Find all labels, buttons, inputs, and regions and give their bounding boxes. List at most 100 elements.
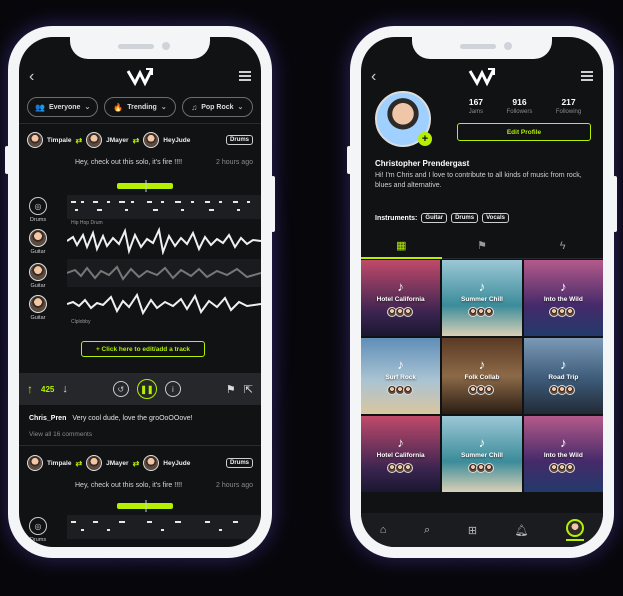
instrument-tag[interactable]: Drums [225, 135, 253, 145]
jam-tile[interactable]: ♪ Summer Chill [442, 416, 522, 492]
app-logo [468, 68, 496, 87]
add-icon[interactable]: ⊞ [468, 524, 477, 537]
music-note-icon: ♪ [560, 278, 567, 294]
jam-tile[interactable]: ♪ Summer Chill [442, 260, 522, 336]
filter-everyone[interactable]: 👥 Everyone ⌄ [27, 97, 99, 117]
instrument-tag[interactable]: Guitar [421, 213, 448, 223]
jam-tile[interactable]: ♪ Hotel California [361, 260, 441, 336]
instrument-tag[interactable]: Drums [451, 213, 479, 223]
avatar[interactable] [86, 132, 103, 148]
grid-icon: ▦ [396, 239, 407, 252]
music-note-icon: ♪ [397, 278, 404, 294]
track-guitar-1[interactable]: Guitar [25, 229, 51, 255]
search-icon[interactable]: ⌕ [424, 524, 430, 537]
avatar[interactable] [86, 455, 103, 471]
jam-tile[interactable]: ♪ Into the Wild [523, 416, 603, 492]
instrument-tag[interactable]: Drums [225, 458, 253, 468]
avatar[interactable] [143, 132, 160, 148]
jam-tile[interactable]: ♪ Into the Wild [523, 260, 603, 336]
track-guitar-3[interactable]: Guitar [25, 295, 51, 321]
track-lane-drums[interactable] [67, 195, 261, 219]
instrument-tag[interactable]: Vocals [482, 213, 509, 223]
track-label: Guitar [30, 315, 46, 321]
stat-jams[interactable]: 167 Jams [469, 97, 483, 115]
jam-tile[interactable]: ♪ Surf Rock [361, 338, 441, 414]
share-icon[interactable]: ⇱ [244, 383, 253, 396]
track-caption: Clplobby [71, 319, 91, 325]
track-guitar-2[interactable]: Guitar [25, 263, 51, 289]
info-icon[interactable]: i [164, 381, 181, 397]
instruments-label: Instruments: [375, 214, 418, 222]
post-message: Hey, check out this solo, it's fire !!!!… [75, 482, 253, 489]
stat-following[interactable]: 217 Following [556, 97, 581, 115]
edit-profile-button[interactable]: Edit Profile [457, 123, 591, 141]
pause-button[interactable]: ❚❚ [136, 379, 157, 399]
seek-bar[interactable] [67, 179, 261, 330]
username[interactable]: JMayer [106, 460, 128, 467]
drum-icon: ◎ [29, 197, 47, 215]
profile-screen: ‹ + 167 Jams 916 Followers 217 Following [361, 37, 603, 547]
drum-pattern [71, 521, 238, 531]
jam-tile[interactable]: ♪ Folk Collab [442, 338, 522, 414]
edit-track-button[interactable]: + Click here to edit/add a track [81, 341, 205, 357]
collaborator-avatars [386, 462, 413, 473]
stat-followers[interactable]: 916 Followers [507, 97, 533, 115]
notch [412, 37, 552, 59]
track-lane-guitar-2[interactable] [66, 259, 261, 287]
upvote-icon[interactable]: ↑ [27, 382, 33, 396]
avatar [483, 306, 494, 317]
downvote-icon[interactable]: ↓ [62, 383, 68, 395]
avatar[interactable] [27, 455, 43, 471]
username[interactable]: JMayer [106, 137, 128, 144]
music-note-icon: ♪ [397, 434, 404, 450]
jam-tile[interactable]: ♪ Road Trip [523, 338, 603, 414]
username[interactable]: HeyJude [163, 137, 190, 144]
jam-title: Summer Chill [461, 451, 503, 459]
stat-label: Following [555, 109, 582, 115]
bookmark-icon[interactable]: ⚑ [226, 383, 236, 396]
add-photo-button[interactable]: + [418, 132, 432, 146]
tab-saved[interactable]: ⚑ [441, 233, 523, 259]
profile-bio: Hi! I'm Chris and I love to contribute t… [375, 172, 582, 190]
tab-activity[interactable]: ϟ [522, 233, 603, 259]
avatar[interactable] [143, 455, 160, 471]
back-icon[interactable]: ‹ [371, 68, 376, 86]
track-label: Drums [29, 217, 47, 223]
comment-user[interactable]: Chris_Pren [29, 415, 66, 422]
menu-icon[interactable] [239, 71, 251, 81]
tab-grid[interactable]: ▦ [361, 233, 442, 259]
track-lane-guitar-3[interactable] [66, 291, 261, 317]
filter-genre[interactable]: ♫ Pop Rock ⌄ [181, 97, 253, 117]
seek-bar[interactable] [67, 499, 261, 547]
menu-icon[interactable] [581, 71, 593, 81]
track-drums[interactable]: ◎ Drums [25, 197, 51, 223]
track-lane-guitar-1[interactable] [66, 226, 261, 256]
music-note-icon: ♪ [478, 356, 486, 372]
chevron-down-icon: ⌄ [160, 104, 167, 111]
avatar[interactable] [27, 132, 43, 148]
track-drums[interactable]: ◎ Drums [25, 517, 51, 543]
stat-value: 916 [512, 97, 527, 107]
track-lane-drums[interactable] [67, 515, 261, 539]
remix-icon: ⇄ [75, 135, 83, 145]
seek-bar-graphic [117, 180, 173, 330]
back-icon[interactable]: ‹ [29, 68, 34, 86]
bell-icon[interactable]: 🔔︎ [515, 524, 529, 537]
stat-label: Jams [468, 109, 484, 115]
username[interactable]: Timpale [47, 137, 71, 144]
home-icon[interactable]: ⌂ [380, 524, 387, 536]
username[interactable]: HeyJude [163, 460, 190, 467]
track-mixer: ◎ Drums Hip Hop Drum Guitar Guitar Guita… [19, 173, 261, 330]
comment: Chris_Pren Very cool dude, love the groO… [29, 415, 253, 422]
remix-icon: ⇄ [132, 458, 140, 468]
profile-tab[interactable] [566, 519, 585, 541]
view-all-comments-link[interactable]: View all 16 comments [29, 431, 92, 438]
music-note-icon: ♪ [478, 278, 486, 294]
filter-trending[interactable]: 🔥 Trending ⌄ [104, 97, 176, 117]
lightning-icon: ϟ [559, 239, 566, 252]
jam-tile[interactable]: ♪ Hotel California [361, 416, 441, 492]
username[interactable]: Timpale [47, 460, 71, 467]
chevron-down-icon: ⌄ [84, 104, 91, 111]
drum-icon: ◎ [29, 517, 47, 535]
replay-icon[interactable]: ↺ [112, 381, 129, 397]
